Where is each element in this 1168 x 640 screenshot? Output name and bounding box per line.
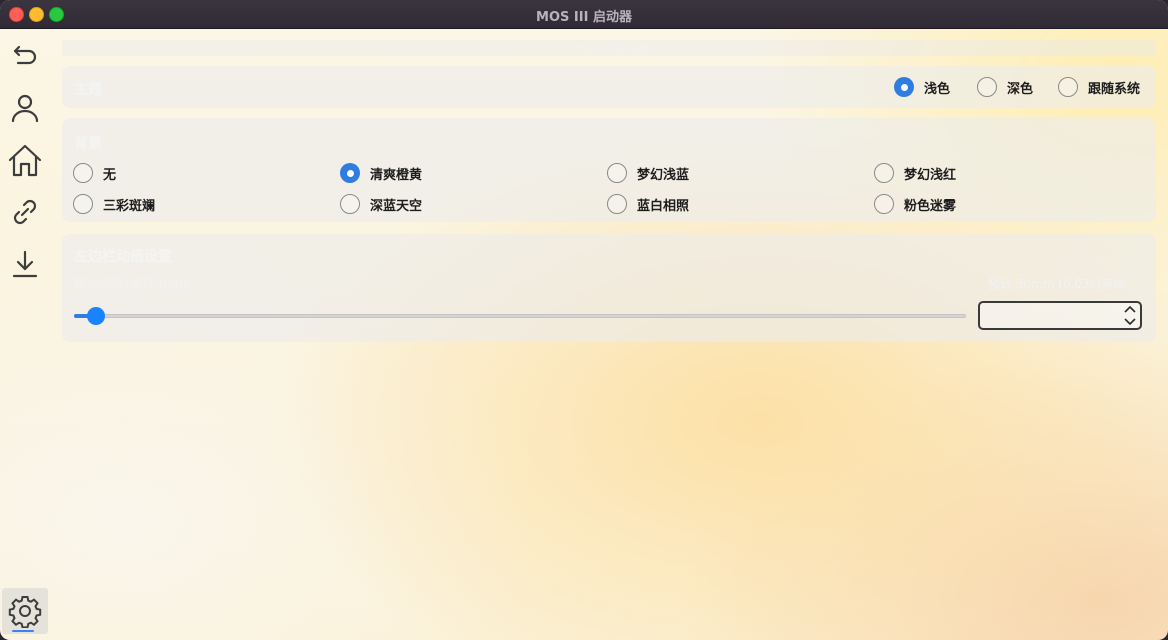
- estimate-label: 预计 30mm (0.03s)完成: [988, 277, 1125, 291]
- option-label: 无: [103, 167, 117, 183]
- spinbox-arrows[interactable]: [1122, 304, 1138, 327]
- radio-button[interactable]: [340, 163, 360, 183]
- sidebar-item-settings[interactable]: [2, 588, 48, 634]
- theme-option-dark[interactable]: 深色: [977, 77, 1033, 97]
- theme-card: 主题 浅色 深色 跟随系统: [62, 66, 1156, 108]
- option-label: 浅色: [924, 81, 951, 97]
- option-label: 三彩斑斓: [103, 198, 156, 214]
- spinbox-value: 1mm: [988, 309, 1020, 323]
- title-bar: MOS III 启动器: [0, 0, 1168, 29]
- background-option-pink-mist[interactable]: 粉色迷雾: [874, 194, 956, 214]
- page-header: 个性化外观设置: [62, 40, 1156, 56]
- radio-button[interactable]: [73, 163, 93, 183]
- background-option-none[interactable]: 无: [73, 163, 116, 183]
- theme-title: 主题: [74, 82, 102, 98]
- sidebar-item-home[interactable]: [6, 141, 44, 179]
- theme-option-system[interactable]: 跟随系统: [1058, 77, 1140, 97]
- option-label: 深蓝天空: [370, 198, 423, 214]
- active-indicator: [12, 630, 34, 632]
- animation-title: 左边栏动画设置: [74, 249, 172, 265]
- option-label: 蓝白相照: [637, 198, 690, 214]
- slider-handle[interactable]: [87, 307, 105, 325]
- link-icon: [13, 199, 37, 225]
- radio-button[interactable]: [894, 77, 914, 97]
- radio-button[interactable]: [977, 77, 997, 97]
- option-label: 深色: [1007, 81, 1034, 97]
- undo-icon: [13, 45, 37, 65]
- radio-button[interactable]: [874, 163, 894, 183]
- radio-button[interactable]: [607, 163, 627, 183]
- sidebar: [0, 29, 52, 640]
- window-title: MOS III 启动器: [536, 10, 632, 25]
- option-label: 清爽橙黄: [370, 167, 423, 183]
- user-icon: [11, 94, 39, 123]
- gear-icon: [8, 596, 42, 628]
- interval-spinbox[interactable]: 1mm: [978, 301, 1142, 330]
- sidebar-item-download[interactable]: [6, 245, 44, 283]
- download-icon: [12, 250, 38, 278]
- option-label: 梦幻浅蓝: [637, 167, 690, 183]
- radio-button[interactable]: [73, 194, 93, 214]
- radio-button[interactable]: [607, 194, 627, 214]
- option-label: 梦幻浅红: [904, 167, 957, 183]
- app-window: MOS III 启动器 个性化外观设置 主题 浅色 深色 跟随系统 背景 无 清…: [0, 0, 1168, 640]
- home-icon: [8, 144, 42, 177]
- background-option-light-red[interactable]: 梦幻浅红: [874, 163, 956, 183]
- background-option-blue-white[interactable]: 蓝白相照: [607, 194, 689, 214]
- background-card: 背景 无 清爽橙黄 梦幻浅蓝 梦幻浅红 三彩斑斓 深蓝天空 蓝白相照 粉色迷雾: [62, 118, 1156, 222]
- sidebar-item-back[interactable]: [6, 37, 44, 75]
- radio-button[interactable]: [1058, 77, 1078, 97]
- option-label: 跟随系统: [1088, 81, 1141, 97]
- background-option-light-blue[interactable]: 梦幻浅蓝: [607, 163, 689, 183]
- background-option-orange[interactable]: 清爽橙黄: [340, 163, 422, 183]
- background-title: 背景: [74, 136, 102, 152]
- theme-option-light[interactable]: 浅色: [894, 77, 950, 97]
- sidebar-item-links[interactable]: [6, 193, 44, 231]
- interval-label: 每帧间隔 (毫秒-mm):: [74, 277, 191, 291]
- background-option-colorful[interactable]: 三彩斑斓: [73, 194, 155, 214]
- interval-slider[interactable]: [74, 314, 966, 318]
- radio-button[interactable]: [874, 194, 894, 214]
- radio-button[interactable]: [340, 194, 360, 214]
- sidebar-item-account[interactable]: [6, 89, 44, 127]
- option-label: 粉色迷雾: [904, 198, 957, 214]
- spin-arrows-icon[interactable]: [1122, 304, 1138, 327]
- background-option-deep-sky[interactable]: 深蓝天空: [340, 194, 422, 214]
